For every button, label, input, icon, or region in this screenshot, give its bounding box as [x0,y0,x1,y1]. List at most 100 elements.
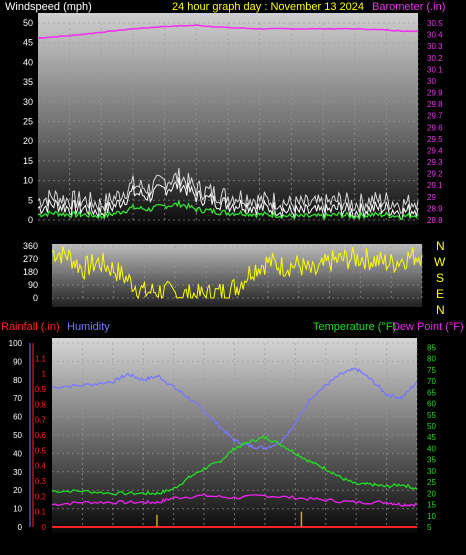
windspeed-tick-label: 30 [23,97,33,107]
windspeed-tick-label: 50 [23,18,33,28]
barometer-tick-label: 29.9 [427,89,443,98]
rainfall-tick-label: 0.1 [35,508,47,517]
compass-e: E [436,287,444,301]
compass-n-bottom: N [436,303,445,317]
x-tick-label: 14 [260,537,270,547]
x-tick-label: 00 [413,231,423,241]
temperature-tick-label: 70 [427,377,436,386]
rainfall-tick-label: 0.6 [35,431,47,440]
temperature-tick-label: 40 [427,444,436,453]
barometer-tick-label: 29.3 [427,158,443,167]
chart-title: 24 hour graph day : November 13 2024 [172,1,364,13]
x-tick-label: 18 [321,537,331,547]
compass-n-top: N [436,239,445,253]
x-tick-label: 16 [290,537,300,547]
temperature-tick-label: 45 [427,433,436,442]
temperature-tick-label: 35 [427,456,436,465]
temperature-tick-label: 85 [427,343,436,352]
windspeed-tick-label: 5 [28,195,33,205]
x-tick-label: 04 [96,231,106,241]
x-tick-label: 02 [65,231,75,241]
temperature-tick-label: 30 [427,467,436,476]
direction-tick-label: 180 [23,267,38,277]
barometer-tick-label: 30.5 [427,19,443,28]
temperature-tick-label: 20 [427,489,436,498]
temperature-axis-label: Temperature (°F) [313,321,396,333]
rainfall-tick-label: 0.5 [35,446,47,455]
x-tick-label: 08 [169,537,179,547]
temperature-tick-label: 80 [427,355,436,364]
compass-s: S [436,271,444,285]
barometer-tick-label: 30.1 [427,65,443,74]
barometer-tick-label: 30.2 [427,54,443,63]
temperature-tick-label: 65 [427,388,436,397]
x-tick-label: 16 [286,231,296,241]
barometer-tick-label: 28.8 [427,216,443,225]
barometer-tick-label: 29.7 [427,112,443,121]
barometer-tick-label: 29.4 [427,146,443,155]
rainfall-axis-label: Rainfall (.in) [1,321,60,333]
x-tick-label: 12 [229,537,239,547]
temperature-tick-label: 55 [427,411,436,420]
weather-graph: 02 04 06 08 10 12 14 16 18 20 22 000510152025303540… [1,1,464,547]
barometer-tick-label: 29.8 [427,100,443,109]
temperature-tick-label: 60 [427,400,436,409]
temperature-tick-label: 75 [427,366,436,375]
windspeed-tick-label: 35 [23,77,33,87]
x-tick-label: 14 [255,231,265,241]
x-tick-label: 00 [412,537,422,547]
temperature-tick-label: 50 [427,422,436,431]
x-tick-label: 08 [160,231,170,241]
barometer-tick-label: 28.9 [427,204,443,213]
barometer-tick-label: 30.3 [427,42,443,51]
humidity-tick-label: 80 [13,376,22,385]
barometer-tick-label: 29.5 [427,135,443,144]
x-tick-label: 12 [223,231,233,241]
windspeed-tick-label: 25 [23,117,33,127]
rainfall-tick-label: 0.8 [35,400,47,409]
barometer-tick-label: 29.6 [427,123,443,132]
compass-w: W [434,255,446,269]
x-tick-label: 22 [382,537,392,547]
x-tick-label: 06 [138,537,148,547]
barometer-tick-label: 29.1 [427,181,443,190]
temperature-tick-label: 25 [427,478,436,487]
humidity-tick-label: 40 [13,449,22,458]
rainfall-tick-label: 0.2 [35,492,47,501]
temperature-tick-label: 10 [427,512,436,521]
x-tick-label: 20 [350,231,360,241]
humidity-tick-label: 100 [9,339,23,348]
barometer-axis-label: Barometer (.in) [372,1,445,13]
humidity-tick-label: 60 [13,413,22,422]
x-tick-label: 22 [381,231,391,241]
rainfall-tick-label: 0.7 [35,416,47,425]
x-tick-label: 06 [128,231,138,241]
humidity-tick-label: 10 [13,505,22,514]
direction-tick-label: 360 [23,241,38,251]
dewpoint-axis-label: Dew Point (°F) [392,321,464,333]
windspeed-tick-label: 40 [23,57,33,67]
humidity-tick-label: 70 [13,394,22,403]
windspeed-tick-label: 0 [28,215,33,225]
barometer-tick-label: 30.4 [427,31,443,40]
temperature-tick-label: 15 [427,501,436,510]
x-tick-label: 04 [108,537,118,547]
humidity-tick-label: 90 [13,357,22,366]
windspeed-tick-label: 15 [23,156,33,166]
humidity-tick-label: 30 [13,468,22,477]
rainfall-tick-label: 0.9 [35,385,47,394]
windspeed-tick-label: 20 [23,136,33,146]
windspeed-tick-label: 45 [23,38,33,48]
x-tick-label: 10 [199,537,209,547]
rainfall-tick-label: 0.3 [35,477,47,486]
barometer-tick-label: 29 [427,193,436,202]
barometer-tick-label: 29.2 [427,170,443,179]
barometer-tick-label: 30 [427,77,436,86]
rainfall-tick-label: 1.1 [35,354,47,363]
x-tick-label: 10 [191,231,201,241]
windspeed-tick-label: 10 [23,176,33,186]
humidity-tick-label: 20 [13,486,22,495]
humidity-tick-label: 50 [13,431,22,440]
x-tick-label: 18 [318,231,328,241]
direction-tick-label: 0 [33,293,38,303]
